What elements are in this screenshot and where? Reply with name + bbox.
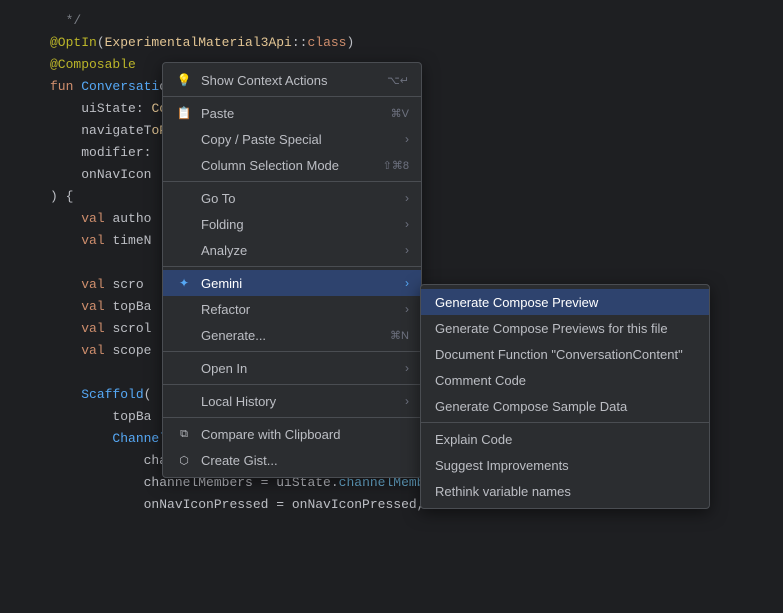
menu-item-shortcut: ⌘N [390, 329, 409, 342]
sub-menu-item-generate-compose-sample[interactable]: Generate Compose Sample Data [421, 393, 709, 419]
empty-icon [175, 326, 193, 344]
arrow-icon: › [405, 302, 409, 316]
arrow-icon: › [405, 191, 409, 205]
sub-menu-item-label: Comment Code [435, 373, 526, 388]
menu-item-open-in[interactable]: Open In › [163, 355, 421, 381]
menu-item-local-history[interactable]: Local History › [163, 388, 421, 414]
arrow-icon: › [405, 243, 409, 257]
gemini-star-icon: ✦ [175, 274, 193, 292]
empty-icon [175, 392, 193, 410]
menu-item-shortcut: ⇧⌘8 [383, 159, 409, 172]
menu-separator [163, 266, 421, 267]
arrow-icon: › [405, 217, 409, 231]
sub-menu-item-label: Explain Code [435, 432, 512, 447]
compare-icon: ⧉ [175, 425, 193, 443]
menu-separator [163, 384, 421, 385]
sub-menu-item-label: Rethink variable names [435, 484, 571, 499]
menu-item-gemini[interactable]: ✦ Gemini › [163, 270, 421, 296]
empty-icon [175, 189, 193, 207]
sub-menu-item-comment-code[interactable]: Comment Code [421, 367, 709, 393]
menu-item-label: Gemini [201, 276, 397, 291]
sub-menu-item-label: Generate Compose Previews for this file [435, 321, 668, 336]
code-line: */ [0, 10, 783, 32]
arrow-icon: › [405, 394, 409, 408]
sub-menu-item-label: Generate Compose Sample Data [435, 399, 627, 414]
sub-menu-separator [421, 422, 709, 423]
empty-icon [175, 130, 193, 148]
context-menu-wrapper: 💡 Show Context Actions ⌥↵ 📋 Paste ⌘V Cop… [162, 62, 422, 478]
menu-item-paste[interactable]: 📋 Paste ⌘V [163, 100, 421, 126]
menu-item-label: Folding [201, 217, 397, 232]
arrow-icon: › [405, 276, 409, 290]
sub-menu-item-label: Suggest Improvements [435, 458, 569, 473]
menu-item-label: Open In [201, 361, 397, 376]
empty-icon [175, 359, 193, 377]
arrow-icon: › [405, 361, 409, 375]
code-line: @OptIn(ExperimentalMaterial3Api::class) [0, 32, 783, 54]
menu-item-copy-paste-special[interactable]: Copy / Paste Special › [163, 126, 421, 152]
empty-icon [175, 215, 193, 233]
menu-item-label: Go To [201, 191, 397, 206]
menu-item-label: Analyze [201, 243, 397, 258]
menu-item-label: Column Selection Mode [201, 158, 367, 173]
bulb-icon: 💡 [175, 71, 193, 89]
gemini-sub-menu: Generate Compose Preview Generate Compos… [420, 284, 710, 509]
menu-item-folding[interactable]: Folding › [163, 211, 421, 237]
menu-item-label: Local History [201, 394, 397, 409]
menu-item-column-selection[interactable]: Column Selection Mode ⇧⌘8 [163, 152, 421, 178]
paste-icon: 📋 [175, 104, 193, 122]
menu-item-create-gist[interactable]: ⬡ Create Gist... [163, 447, 421, 473]
menu-item-analyze[interactable]: Analyze › [163, 237, 421, 263]
arrow-icon: › [405, 132, 409, 146]
menu-item-label: Paste [201, 106, 375, 121]
menu-item-label: Copy / Paste Special [201, 132, 397, 147]
menu-item-label: Create Gist... [201, 453, 409, 468]
menu-item-label: Show Context Actions [201, 73, 371, 88]
menu-item-generate[interactable]: Generate... ⌘N [163, 322, 421, 348]
menu-separator [163, 417, 421, 418]
menu-item-shortcut: ⌥↵ [387, 74, 409, 87]
menu-item-shortcut: ⌘V [391, 107, 409, 120]
sub-menu-item-generate-compose-preview[interactable]: Generate Compose Preview [421, 289, 709, 315]
empty-icon [175, 156, 193, 174]
sub-menu-item-suggest-improvements[interactable]: Suggest Improvements [421, 452, 709, 478]
sub-menu-item-rethink-variable[interactable]: Rethink variable names [421, 478, 709, 504]
sub-menu-item-label: Generate Compose Preview [435, 295, 598, 310]
empty-icon [175, 241, 193, 259]
menu-separator [163, 96, 421, 97]
menu-item-compare-clipboard[interactable]: ⧉ Compare with Clipboard [163, 421, 421, 447]
sub-menu-item-document-function[interactable]: Document Function "ConversationContent" [421, 341, 709, 367]
gist-icon: ⬡ [175, 451, 193, 469]
menu-separator [163, 181, 421, 182]
menu-item-refactor[interactable]: Refactor › [163, 296, 421, 322]
sub-menu-item-label: Document Function "ConversationContent" [435, 347, 683, 362]
menu-item-label: Generate... [201, 328, 374, 343]
empty-icon [175, 300, 193, 318]
menu-item-go-to[interactable]: Go To › [163, 185, 421, 211]
sub-menu-item-generate-compose-previews-file[interactable]: Generate Compose Previews for this file [421, 315, 709, 341]
menu-item-label: Refactor [201, 302, 397, 317]
sub-menu-item-explain-code[interactable]: Explain Code [421, 426, 709, 452]
menu-item-show-context-actions[interactable]: 💡 Show Context Actions ⌥↵ [163, 67, 421, 93]
menu-item-label: Compare with Clipboard [201, 427, 409, 442]
menu-separator [163, 351, 421, 352]
context-menu: 💡 Show Context Actions ⌥↵ 📋 Paste ⌘V Cop… [162, 62, 422, 478]
